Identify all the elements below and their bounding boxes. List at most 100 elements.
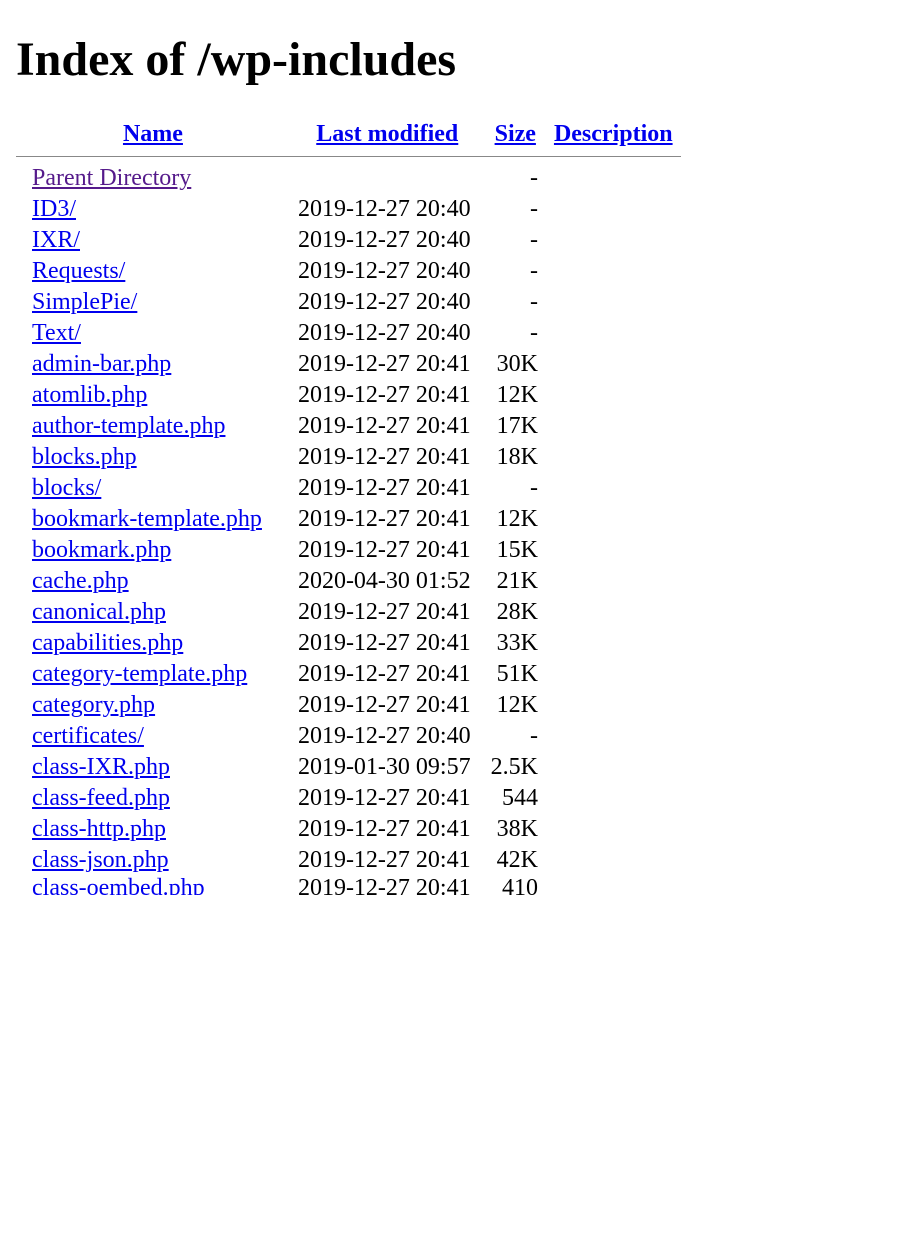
entry-modified: 2019-12-27 20:41 [290,845,485,876]
entry-modified: 2020-04-30 01:52 [290,566,485,597]
table-row: canonical.php2019-12-27 20:4128K [16,597,681,628]
entry-size: 28K [485,597,546,628]
entry-link[interactable]: blocks/ [32,475,101,501]
entry-description [546,473,681,504]
table-row: blocks.php2019-12-27 20:4118K [16,442,681,473]
table-row: class-IXR.php 2019-01-30 09:572.5K [16,752,681,783]
entry-description [546,845,681,876]
entry-size: - [485,225,546,256]
entry-link[interactable]: canonical.php [32,599,166,625]
entry-size: - [485,721,546,752]
entry-link[interactable]: cache.php [32,568,129,594]
entry-modified: 2019-12-27 20:41 [290,473,485,504]
entry-link[interactable]: SimplePie/ [32,289,137,315]
table-row: blocks/2019-12-27 20:41- [16,473,681,504]
entry-size: - [485,473,546,504]
entry-link[interactable]: category-template.php [32,661,247,687]
table-row: ID3/2019-12-27 20:40- [16,194,681,225]
entry-link[interactable]: ID3/ [32,196,76,222]
entry-description [546,318,681,349]
entry-size: 51K [485,659,546,690]
entry-link[interactable]: blocks.php [32,444,137,470]
entry-modified: 2019-12-27 20:41 [290,380,485,411]
entry-modified: 2019-12-27 20:41 [290,504,485,535]
entry-link[interactable]: IXR/ [32,227,80,253]
entry-modified: 2019-12-27 20:41 [290,690,485,721]
entry-size: 30K [485,349,546,380]
entry-link[interactable]: class-IXR.php [32,754,170,780]
entry-link[interactable]: Parent Directory [32,165,191,191]
entry-description [546,411,681,442]
entry-modified: 2019-12-27 20:40 [290,318,485,349]
entry-modified: 2019-12-27 20:40 [290,721,485,752]
entry-size: 15K [485,535,546,566]
entry-description [546,876,681,894]
entry-link[interactable]: Requests/ [32,258,125,284]
entry-link[interactable]: author-template.php [32,413,225,439]
entry-link[interactable]: capabilities.php [32,630,183,656]
page-title: Index of /wp-includes [16,32,888,87]
table-row: bookmark-template.php2019-12-27 20:4112K [16,504,681,535]
entry-size: 544 [485,783,546,814]
table-row: Requests/2019-12-27 20:40- [16,256,681,287]
entry-modified: 2019-12-27 20:41 [290,659,485,690]
table-row: Text/2019-12-27 20:40- [16,318,681,349]
table-row: category-template.php 2019-12-27 20:4151K [16,659,681,690]
entry-link[interactable]: class-http.php [32,816,166,842]
entry-link[interactable]: category.php [32,692,155,718]
entry-link[interactable]: bookmark.php [32,537,171,563]
entry-description [546,287,681,318]
entry-description [546,504,681,535]
table-row: certificates/2019-12-27 20:40- [16,721,681,752]
entry-link[interactable]: class-feed.php [32,785,170,811]
directory-listing-table: Name Last modified Size Description Pare… [16,119,681,894]
header-size-link[interactable]: Size [495,121,536,147]
header-row: Name Last modified Size Description [16,119,681,150]
entry-description [546,256,681,287]
header-description-link[interactable]: Description [554,121,673,147]
entry-description [546,349,681,380]
entry-modified: 2019-12-27 20:41 [290,628,485,659]
entry-link[interactable]: class-json.php [32,847,169,873]
table-row: IXR/2019-12-27 20:40- [16,225,681,256]
entry-description [546,783,681,814]
entry-size: - [485,318,546,349]
entry-link[interactable]: Text/ [32,320,81,346]
entry-size: 17K [485,411,546,442]
entry-size: 2.5K [485,752,546,783]
entry-size: 410 [485,876,546,894]
entry-size: - [485,194,546,225]
entry-modified: 2019-12-27 20:40 [290,256,485,287]
entry-size: - [485,163,546,194]
entry-modified: 2019-12-27 20:41 [290,535,485,566]
entry-description [546,380,681,411]
entry-modified: 2019-12-27 20:41 [290,814,485,845]
table-row: class-feed.php 2019-12-27 20:41544 [16,783,681,814]
table-row: class-oembed.php 2019-12-27 20:41410 [16,876,681,894]
header-name-link[interactable]: Name [123,121,183,147]
header-modified-link[interactable]: Last modified [316,121,458,147]
entry-modified: 2019-12-27 20:41 [290,876,485,894]
entry-size: 33K [485,628,546,659]
entry-modified: 2019-12-27 20:40 [290,287,485,318]
entry-description [546,597,681,628]
entry-size: - [485,256,546,287]
entry-link[interactable]: certificates/ [32,723,144,749]
entry-size: 42K [485,845,546,876]
entry-link[interactable]: admin-bar.php [32,351,171,377]
entry-size: 18K [485,442,546,473]
entry-link[interactable]: bookmark-template.php [32,506,262,532]
table-row: atomlib.php2019-12-27 20:4112K [16,380,681,411]
table-row: class-http.php2019-12-27 20:4138K [16,814,681,845]
entry-modified: 2019-12-27 20:40 [290,194,485,225]
header-divider [16,156,681,157]
entry-modified: 2019-01-30 09:57 [290,752,485,783]
table-row: class-json.php 2019-12-27 20:4142K [16,845,681,876]
entry-description [546,690,681,721]
entry-link[interactable]: class-oembed.php [32,876,205,894]
entry-modified: 2019-12-27 20:41 [290,783,485,814]
entry-description [546,566,681,597]
entry-link[interactable]: atomlib.php [32,382,147,408]
entry-modified: 2019-12-27 20:40 [290,225,485,256]
table-row: cache.php2020-04-30 01:5221K [16,566,681,597]
